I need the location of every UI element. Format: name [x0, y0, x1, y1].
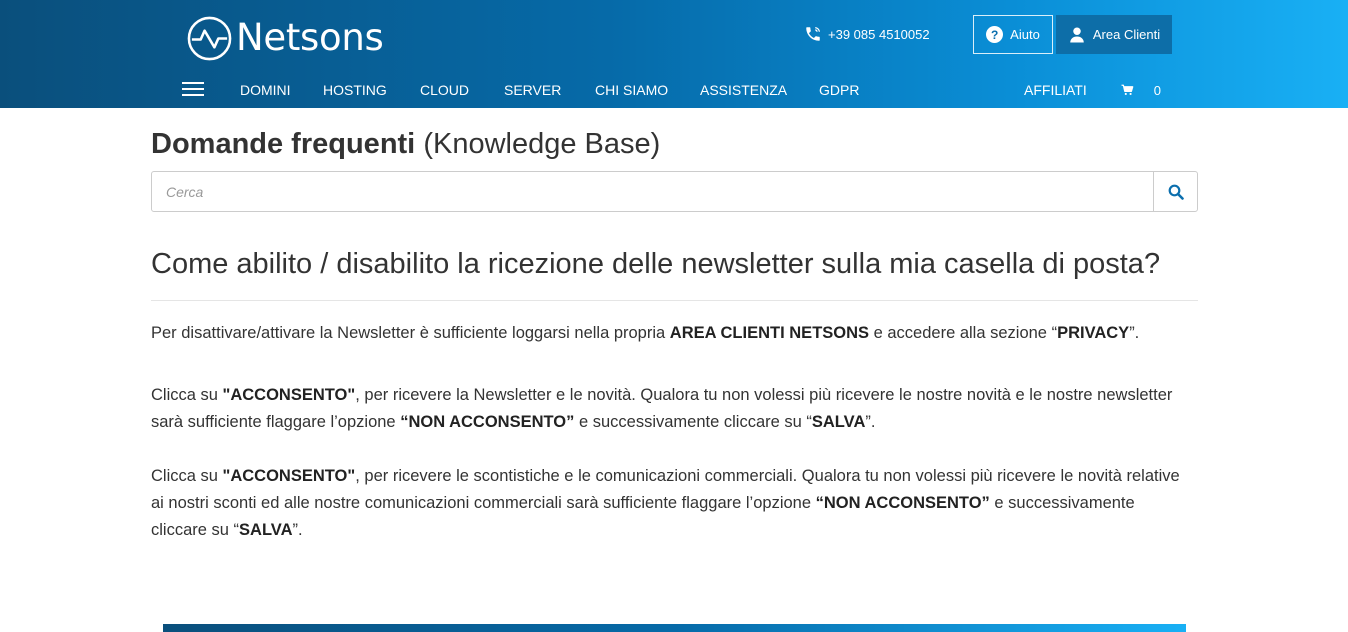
- search-bar: [151, 171, 1198, 212]
- phone-number: +39 085 4510052: [828, 26, 930, 42]
- nav-item-affiliati[interactable]: AFFILIATI: [1024, 78, 1087, 102]
- nav-item-gdpr[interactable]: GDPR: [819, 78, 859, 102]
- user-icon: [1070, 27, 1084, 42]
- article-paragraph-2: Clicca su "ACCONSENTO", per ricevere la …: [151, 386, 1173, 431]
- nav-item-cloud[interactable]: CLOUD: [420, 78, 469, 102]
- search-input[interactable]: [152, 172, 1153, 211]
- page-title-bold: Domande frequenti: [151, 128, 416, 160]
- search-button[interactable]: [1153, 172, 1197, 211]
- cart-icon: [1121, 84, 1134, 96]
- main-nav: DOMINI HOSTING CLOUD SERVER CHI SIAMO AS…: [0, 78, 1348, 102]
- question-circle-icon: ?: [986, 26, 1004, 43]
- article-paragraph-3: Clicca su "ACCONSENTO", per ricevere le …: [151, 467, 1180, 539]
- help-label: Aiuto: [1010, 27, 1040, 42]
- page-title: Domande frequenti (Knowledge Base): [151, 128, 660, 161]
- search-icon: [1168, 184, 1184, 200]
- footer-bar: [163, 624, 1186, 632]
- site-header: Netsons +39 085 4510052 ? Aiuto Area Cli…: [0, 0, 1348, 108]
- nav-item-hosting[interactable]: HOSTING: [323, 78, 387, 102]
- netsons-logo-icon: [187, 16, 232, 60]
- client-area-button[interactable]: Area Clienti: [1056, 15, 1172, 54]
- phone-icon: [806, 27, 820, 41]
- article-paragraph-1: Per disattivare/attivare la Newsletter è…: [151, 324, 1140, 342]
- nav-item-domini[interactable]: DOMINI: [240, 78, 291, 102]
- logo-text: Netsons: [236, 16, 384, 59]
- page-title-light: (Knowledge Base): [423, 128, 661, 160]
- netsons-logo[interactable]: Netsons: [186, 14, 384, 62]
- phone-contact[interactable]: +39 085 4510052: [804, 24, 930, 44]
- client-area-label: Area Clienti: [1092, 27, 1161, 42]
- divider: [151, 300, 1198, 301]
- hamburger-icon[interactable]: [182, 82, 204, 98]
- cart-button[interactable]: 0: [1121, 80, 1161, 100]
- nav-item-chi-siamo[interactable]: CHI SIAMO: [595, 78, 668, 102]
- nav-item-assistenza[interactable]: ASSISTENZA: [700, 78, 787, 102]
- nav-item-server[interactable]: SERVER: [504, 78, 561, 102]
- article-title: Come abilito / disabilito la ricezione d…: [151, 248, 1161, 280]
- help-button[interactable]: ? Aiuto: [973, 15, 1053, 54]
- cart-count: 0: [1153, 82, 1161, 98]
